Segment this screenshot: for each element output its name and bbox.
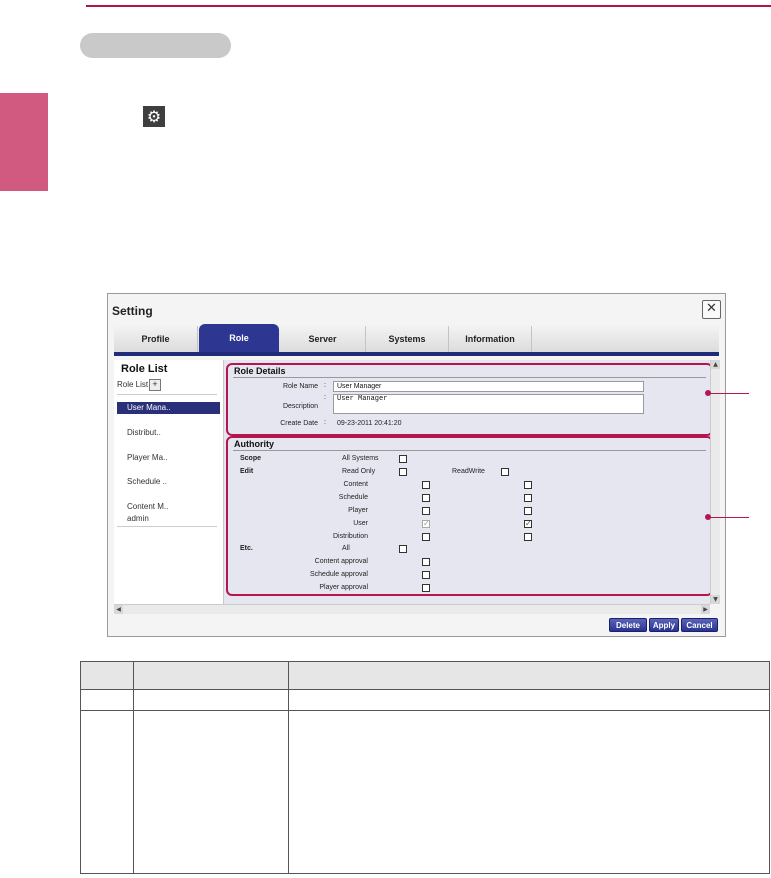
description-textarea[interactable]: User Manager	[333, 394, 644, 414]
scroll-down-icon[interactable]: ▼	[711, 595, 720, 604]
role-list-subtitle: Role List	[117, 380, 149, 389]
tab-systems[interactable]: Systems	[366, 326, 449, 352]
read-write-label: ReadWrite	[452, 468, 485, 475]
read-write-checkbox[interactable]	[501, 468, 509, 476]
schedule-approval-checkbox[interactable]	[422, 571, 430, 579]
etc-all-checkbox[interactable]	[399, 545, 407, 553]
dialog-title: Setting	[112, 304, 153, 318]
tab-profile[interactable]: Profile	[114, 326, 198, 352]
horizontal-scrollbar[interactable]: ◀ ▶	[114, 604, 710, 614]
all-label: All	[342, 545, 350, 552]
side-tab	[0, 93, 48, 191]
role-name-label: Role Name	[282, 383, 318, 390]
role-list-item[interactable]: admin	[117, 513, 220, 525]
divider	[233, 377, 706, 378]
scope-label: Scope	[240, 455, 262, 462]
etc-item-label: Player approval	[319, 584, 368, 591]
content-read-write-checkbox[interactable]	[524, 481, 532, 489]
close-icon[interactable]: ✕	[702, 300, 721, 319]
scroll-left-icon[interactable]: ◀	[114, 605, 123, 614]
etc-item-label: Schedule approval	[310, 571, 368, 578]
divider	[117, 394, 217, 395]
tab-server[interactable]: Server	[280, 326, 366, 352]
colon: :	[324, 382, 326, 389]
divider	[117, 526, 217, 527]
top-rule	[86, 5, 771, 7]
role-list-panel: Role List Role List + User Mana.. Distri…	[114, 360, 224, 604]
colon: :	[324, 419, 326, 426]
edit-item-label: Content	[343, 481, 368, 488]
role-details-section: Role Details Role Name : User Manager De…	[226, 363, 713, 436]
role-list-item[interactable]: Schedule ..	[117, 476, 220, 488]
content-approval-checkbox[interactable]	[422, 558, 430, 566]
gear-icon: ⚙	[143, 106, 165, 127]
table-row	[80, 689, 771, 711]
content-read-only-checkbox[interactable]	[422, 481, 430, 489]
player-read-write-checkbox[interactable]	[524, 507, 532, 515]
role-list-item[interactable]: User Mana..	[117, 402, 220, 414]
edit-item-label: User	[353, 520, 368, 527]
distribution-read-only-checkbox[interactable]	[422, 533, 430, 541]
read-only-label: Read Only	[342, 468, 376, 475]
all-systems-label: All Systems	[342, 455, 379, 462]
divider	[233, 450, 706, 451]
user-read-write-checkbox[interactable]: ✓	[524, 520, 532, 528]
tab-information[interactable]: Information	[449, 326, 532, 352]
distribution-read-write-checkbox[interactable]	[524, 533, 532, 541]
delete-button[interactable]: Delete	[609, 618, 647, 632]
table-row	[80, 710, 771, 874]
cancel-button[interactable]: Cancel	[681, 618, 718, 632]
schedule-read-only-checkbox[interactable]	[422, 494, 430, 502]
scroll-up-icon[interactable]: ▲	[711, 360, 720, 369]
table-row	[80, 661, 771, 690]
etc-label: Etc.	[240, 545, 253, 552]
schedule-read-write-checkbox[interactable]	[524, 494, 532, 502]
add-role-icon[interactable]: +	[149, 379, 161, 391]
description-label: Description	[282, 403, 318, 410]
vertical-scrollbar[interactable]: ▲ ▼	[710, 360, 720, 604]
apply-button[interactable]: Apply	[649, 618, 679, 632]
create-date-label: Create Date	[280, 420, 318, 427]
player-approval-checkbox[interactable]	[422, 584, 430, 592]
colon: :	[324, 394, 326, 401]
user-read-only-checkbox[interactable]: ✓	[422, 520, 430, 528]
role-list-item[interactable]: Distribut..	[117, 427, 220, 439]
edit-item-label: Player	[348, 507, 368, 514]
authority-title: Authority	[234, 439, 274, 449]
role-main-panel: Role Details Role Name : User Manager De…	[224, 360, 718, 604]
role-list-item[interactable]: Player Ma..	[117, 452, 220, 464]
etc-item-label: Content approval	[314, 558, 368, 565]
authority-section: Authority Scope All Systems Edit Read On…	[226, 436, 713, 596]
description-table	[80, 661, 771, 874]
role-list-title: Role List	[121, 363, 168, 375]
section-pill	[80, 33, 231, 58]
all-systems-checkbox[interactable]	[399, 455, 407, 463]
role-list-item[interactable]: Content M..	[117, 501, 220, 513]
role-details-title: Role Details	[234, 366, 286, 376]
tab-bar: Profile Role Server Systems Information	[114, 324, 719, 356]
read-only-checkbox[interactable]	[399, 468, 407, 476]
callout-line	[709, 517, 749, 518]
scroll-right-icon[interactable]: ▶	[701, 605, 710, 614]
edit-item-label: Distribution	[332, 533, 368, 540]
edit-item-label: Schedule	[338, 494, 368, 501]
callout-line	[709, 393, 749, 394]
setting-dialog: Setting ✕ Profile Role Server Systems In…	[107, 293, 726, 637]
edit-label: Edit	[240, 468, 254, 475]
create-date-value: 09-23-2011 20:41:20	[337, 420, 402, 427]
player-read-only-checkbox[interactable]	[422, 507, 430, 515]
tab-role[interactable]: Role	[199, 324, 279, 352]
role-name-input[interactable]: User Manager	[333, 381, 644, 392]
